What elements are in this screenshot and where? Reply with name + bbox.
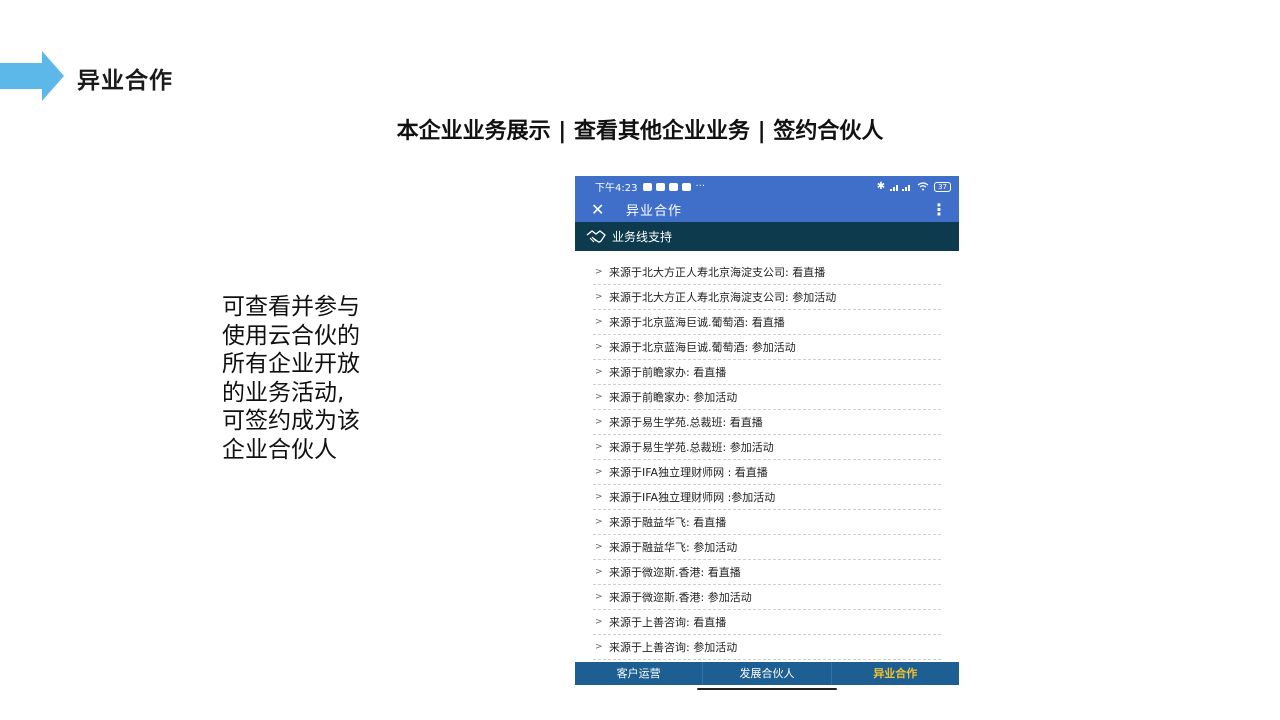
close-icon[interactable]: ✕ — [591, 200, 609, 219]
chevron-right-icon: > — [595, 492, 603, 502]
list-item-label: 来源于微迩斯.香港: 看直播 — [609, 566, 741, 579]
list-item-label: 来源于前瞻家办: 看直播 — [609, 366, 727, 379]
tab-cross-industry[interactable]: 异业合作 — [832, 662, 959, 685]
bluetooth-icon: ✱ — [876, 181, 886, 192]
chevron-right-icon: > — [595, 542, 603, 552]
signal-icon — [890, 184, 911, 191]
list-item[interactable]: > 来源于北京蓝海巨诚.葡萄酒: 参加活动 — [593, 335, 941, 360]
list-item[interactable]: > 来源于融益华飞: 看直播 — [593, 510, 941, 535]
more-vertical-icon[interactable]: ⋮ — [931, 200, 947, 219]
chevron-right-icon: > — [595, 317, 603, 327]
arrow-right-icon — [0, 51, 64, 101]
list-item-label: 来源于融益华飞: 看直播 — [609, 516, 727, 529]
slide-title: 异业合作 — [77, 68, 173, 94]
list-item[interactable]: > 来源于北京蓝海巨诚.葡萄酒: 看直播 — [593, 310, 941, 335]
chevron-right-icon: > — [595, 617, 603, 627]
status-bar: 下午4:23 ··· ✱ 37 — [575, 176, 959, 197]
list-item-label: 来源于北大方正人寿北京海淀支公司: 看直播 — [609, 266, 826, 279]
status-more-dots: ··· — [695, 181, 706, 192]
tab-develop-partners[interactable]: 发展合伙人 — [703, 662, 832, 685]
chevron-right-icon: > — [595, 417, 603, 427]
list-item[interactable]: > 来源于易生学苑.总裁班: 参加活动 — [593, 435, 941, 460]
list-item-label: 来源于前瞻家办: 参加活动 — [609, 391, 738, 404]
list-item-label: 来源于IFA独立理财师网 :参加活动 — [609, 491, 776, 504]
slide-headline: 本企业业务展示 | 查看其他企业业务 | 签约合伙人 — [396, 119, 884, 144]
list-item-label: 来源于北京蓝海巨诚.葡萄酒: 看直播 — [609, 316, 785, 329]
chevron-right-icon: > — [595, 467, 603, 477]
bottom-nav: 客户运营 发展合伙人 异业合作 — [575, 662, 959, 685]
chevron-right-icon: > — [595, 367, 603, 377]
chevron-right-icon: > — [595, 642, 603, 652]
list-item-label: 来源于上善咨询: 参加活动 — [609, 641, 738, 654]
status-notification-icons: ··· — [643, 181, 705, 192]
home-indicator[interactable] — [697, 688, 837, 690]
chevron-right-icon: > — [595, 267, 603, 277]
list-item-label: 来源于微迩斯.香港: 参加活动 — [609, 591, 752, 604]
list-item[interactable]: > 来源于IFA独立理财师网 :参加活动 — [593, 485, 941, 510]
app-notification-icon — [682, 182, 692, 191]
section-title: 业务线支持 — [612, 230, 673, 244]
list-item[interactable]: > 来源于IFA独立理财师网 : 看直播 — [593, 460, 941, 485]
slide-description: 可查看并参与 使用云合伙的 所有企业开放 的业务活动, 可签约成为该 企业合伙人 — [222, 294, 360, 463]
chevron-right-icon: > — [595, 292, 603, 302]
chevron-right-icon: > — [595, 342, 603, 352]
chevron-right-icon: > — [595, 517, 603, 527]
list-item[interactable]: > 来源于上善咨询: 看直播 — [593, 610, 941, 635]
app-notification-icon — [656, 182, 666, 191]
app-bar: ✕ 异业合作 ⋮ — [575, 197, 959, 222]
list-item-label: 来源于上善咨询: 看直播 — [609, 616, 727, 629]
list-item-label: 来源于北大方正人寿北京海淀支公司: 参加活动 — [609, 291, 837, 304]
list-item-label: 来源于易生学苑.总裁班: 参加活动 — [609, 441, 774, 454]
status-time: 下午4:23 — [595, 183, 638, 194]
status-system-icons: ✱ 37 — [877, 181, 951, 192]
list-item[interactable]: > 来源于易生学苑.总裁班: 看直播 — [593, 410, 941, 435]
chevron-right-icon: > — [595, 392, 603, 402]
list-item-label: 来源于IFA独立理财师网 : 看直播 — [609, 466, 768, 479]
list-item[interactable]: > 来源于北大方正人寿北京海淀支公司: 看直播 — [593, 260, 941, 285]
alarm-icon — [643, 182, 653, 191]
list-item[interactable]: > 来源于前瞻家办: 看直播 — [593, 360, 941, 385]
app-title: 异业合作 — [626, 204, 683, 219]
list-item[interactable]: > 来源于微迩斯.香港: 参加活动 — [593, 585, 941, 610]
section-header: 业务线支持 — [575, 222, 959, 251]
battery-icon: 37 — [934, 181, 951, 192]
chevron-right-icon: > — [595, 567, 603, 577]
list-item[interactable]: > 来源于前瞻家办: 参加活动 — [593, 385, 941, 410]
list-item[interactable]: > 来源于北大方正人寿北京海淀支公司: 参加活动 — [593, 285, 941, 310]
business-list: > 来源于北大方正人寿北京海淀支公司: 看直播 > 来源于北大方正人寿北京海淀支公司… — [593, 260, 941, 660]
chevron-right-icon: > — [595, 442, 603, 452]
list-item[interactable]: > 来源于融益华飞: 参加活动 — [593, 535, 941, 560]
handshake-icon — [586, 229, 606, 243]
list-item-label: 来源于易生学苑.总裁班: 看直播 — [609, 416, 763, 429]
list-item-label: 来源于融益华飞: 参加活动 — [609, 541, 738, 554]
list-item-label: 来源于北京蓝海巨诚.葡萄酒: 参加活动 — [609, 341, 796, 354]
phone-screenshot: 下午4:23 ··· ✱ 37 ✕ 异业合作 ⋮ 业务线支持 > 来源于北大方正… — [575, 176, 959, 690]
chevron-right-icon: > — [595, 592, 603, 602]
tab-customer-operations[interactable]: 客户运营 — [575, 662, 704, 685]
list-item[interactable]: > 来源于微迩斯.香港: 看直播 — [593, 560, 941, 585]
wifi-icon — [917, 182, 929, 191]
list-item[interactable]: > 来源于上善咨询: 参加活动 — [593, 635, 941, 660]
app-notification-icon — [669, 182, 679, 191]
